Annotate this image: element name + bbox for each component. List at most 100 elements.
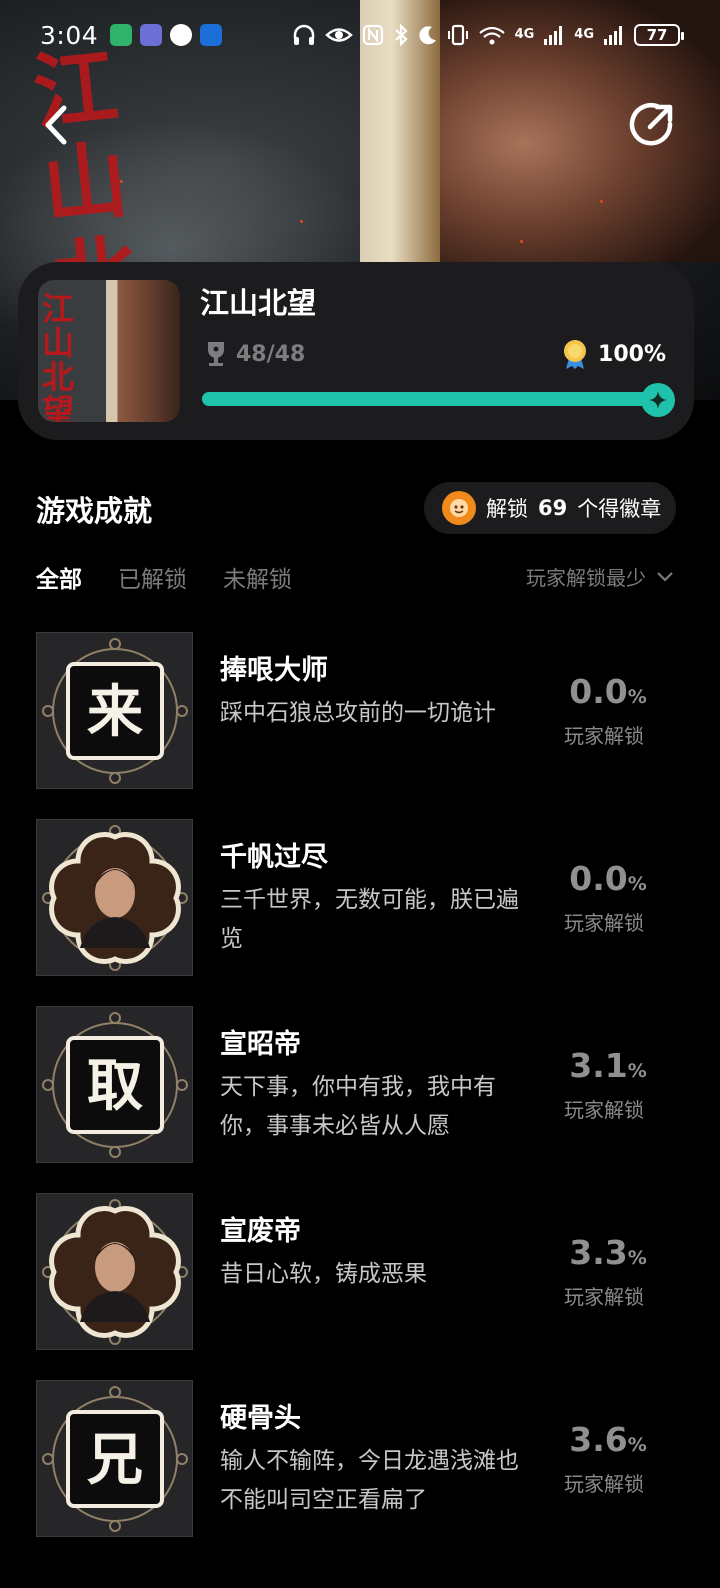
- badge-unlock-button[interactable]: 解锁 69 个得徽章: [424, 482, 676, 534]
- ember: [120, 180, 123, 183]
- achievement-icon: [36, 1193, 193, 1350]
- ornament-knot: [41, 1452, 54, 1465]
- bluetooth-icon: [394, 24, 408, 46]
- hourglass-app-icon: [110, 24, 133, 46]
- qq-icon: [170, 24, 193, 46]
- unlock-rate-label: 玩家解锁: [564, 911, 644, 935]
- achievement-unlock-rate: 0.0%: [548, 672, 668, 711]
- achievement-item[interactable]: 来 捧哏大师 踩中石狼总攻前的一切诡计 0.0% 玩家解锁: [0, 632, 720, 819]
- network-type-2: 4G: [574, 27, 594, 42]
- notification-icons: [110, 24, 223, 46]
- unlock-rate-label: 玩家解锁: [564, 1098, 644, 1122]
- signal-icon: [604, 26, 622, 45]
- achievement-name: 捧哏大师: [220, 655, 328, 686]
- badge-prefix: 解锁: [486, 497, 528, 521]
- portrait-badge-icon: [41, 1198, 188, 1345]
- ornament-knot: [108, 1145, 121, 1158]
- ornament-knot: [41, 1078, 54, 1091]
- chevron-left-icon: [45, 105, 67, 145]
- achievement-item[interactable]: 宣废帝 昔日心软，铸成恶果 3.3% 玩家解锁: [0, 1193, 720, 1380]
- tab-all[interactable]: 全部: [36, 560, 82, 594]
- badge-suffix: 个得徽章: [577, 497, 662, 521]
- signal-icon: [544, 26, 563, 45]
- browser-icon: [200, 24, 223, 46]
- status-time: 3:04: [40, 20, 99, 50]
- achievement-unlock-rate: 3.3%: [548, 1233, 668, 1272]
- achievement-count-text: 48/48: [236, 341, 306, 367]
- achievement-item[interactable]: 取 宣昭帝 天下事，你中有我，我中有你，事事未必皆从人愿 3.1% 玩家解锁: [0, 1006, 720, 1193]
- achievement-icon: 取: [36, 1006, 193, 1163]
- achievement-desc: 三千世界，无数可能，朕已遍览: [220, 887, 519, 952]
- ember: [300, 220, 303, 223]
- monkey-badge-icon: [450, 499, 468, 517]
- percent-sign: %: [627, 1060, 647, 1082]
- achievement-item[interactable]: 千帆过尽 三千世界，无数可能，朕已遍览 0.0% 玩家解锁: [0, 819, 720, 1006]
- ember: [600, 200, 603, 203]
- achievement-item[interactable]: 兄 硬骨头 输人不输阵，今日龙遇浅滩也不能叫司空正看扁了 3.6% 玩家解锁: [0, 1380, 720, 1567]
- wifi-icon: [478, 26, 505, 45]
- ornament-knot: [108, 637, 121, 650]
- tab-locked[interactable]: 未解锁: [223, 560, 292, 594]
- share-icon: [629, 103, 673, 146]
- seal-glyph: 兄: [87, 1427, 143, 1493]
- seal-glyph: 取: [87, 1053, 143, 1119]
- achievement-icon: 兄: [36, 1380, 193, 1537]
- sparkle-icon: [649, 391, 667, 409]
- achievement-unlock-rate: 3.6%: [548, 1420, 668, 1459]
- ornament-knot: [175, 1078, 188, 1091]
- percent-sign: %: [627, 1247, 647, 1269]
- app-icon: [140, 24, 163, 46]
- portrait-badge-icon: [41, 824, 188, 971]
- share-button[interactable]: [628, 100, 676, 150]
- achievement-name: 宣废帝: [220, 1216, 301, 1247]
- achievement-icon: [36, 819, 193, 976]
- unlock-rate-value: 3.3: [569, 1233, 628, 1272]
- game-title: 江山北望: [200, 286, 317, 320]
- nfc-icon: [362, 24, 383, 46]
- tab-unlocked[interactable]: 已解锁: [118, 560, 187, 594]
- badge-count: 69: [538, 496, 568, 520]
- system-icons: 4G 4G 77: [292, 24, 684, 46]
- progress-fill: [202, 392, 658, 406]
- ornament-knot: [108, 771, 121, 784]
- eye-icon: [324, 28, 353, 42]
- seal-badge-icon: 兄: [41, 1385, 188, 1532]
- seal-badge-icon: 取: [41, 1011, 188, 1158]
- achievement-icon: 来: [36, 632, 193, 789]
- ornament-knot: [175, 1452, 188, 1465]
- achievement-list: 来 捧哏大师 踩中石狼总攻前的一切诡计 0.0% 玩家解锁 千帆过尽 三千世界，…: [0, 632, 720, 1567]
- completion-progress-bar: [202, 383, 675, 417]
- status-bar: 3:04 4G 4G 77: [0, 0, 720, 70]
- percent-sign: %: [627, 686, 647, 708]
- unlock-rate-value: 0.0: [569, 859, 628, 898]
- game-cover-image: 江 山 北 望: [38, 280, 180, 422]
- achievement-desc: 昔日心软，铸成恶果: [220, 1261, 427, 1287]
- achievement-name: 宣昭帝: [220, 1029, 301, 1060]
- achievement-count: 48/48: [204, 340, 305, 368]
- calligraphy-char: 北: [42, 358, 75, 396]
- unlock-rate-label: 玩家解锁: [564, 1472, 644, 1496]
- unlock-rate-value: 3.1: [569, 1046, 628, 1085]
- achievement-name: 硬骨头: [220, 1403, 301, 1434]
- game-summary-card: 江 山 北 望 江山北望 48/48 100%: [18, 262, 694, 440]
- portrait-face: [94, 867, 135, 918]
- portrait-face: [94, 1241, 135, 1292]
- achievement-desc: 天下事，你中有我，我中有你，事事未必皆从人愿: [220, 1074, 496, 1139]
- ornament-knot: [108, 1519, 121, 1532]
- seal-glyph: 来: [87, 679, 143, 745]
- achievement-unlock-rate: 3.1%: [548, 1046, 668, 1085]
- vibrate-icon: [447, 24, 468, 46]
- percent-sign: %: [627, 1434, 647, 1456]
- trophy-icon: [208, 342, 224, 366]
- achievement-unlock-rate: 0.0%: [548, 859, 668, 898]
- back-button[interactable]: [36, 100, 76, 150]
- section-title: 游戏成就: [36, 494, 153, 528]
- ember: [520, 240, 523, 243]
- completion-text: 100%: [598, 341, 666, 367]
- sort-dropdown[interactable]: 玩家解锁最少: [526, 562, 674, 591]
- ornament-knot: [175, 704, 188, 717]
- calligraphy-char: 望: [42, 392, 75, 422]
- cover-calligraphy: 江 山 北 望: [42, 292, 82, 422]
- unlock-rate-label: 玩家解锁: [564, 1285, 644, 1309]
- unlock-rate-label: 玩家解锁: [564, 724, 644, 748]
